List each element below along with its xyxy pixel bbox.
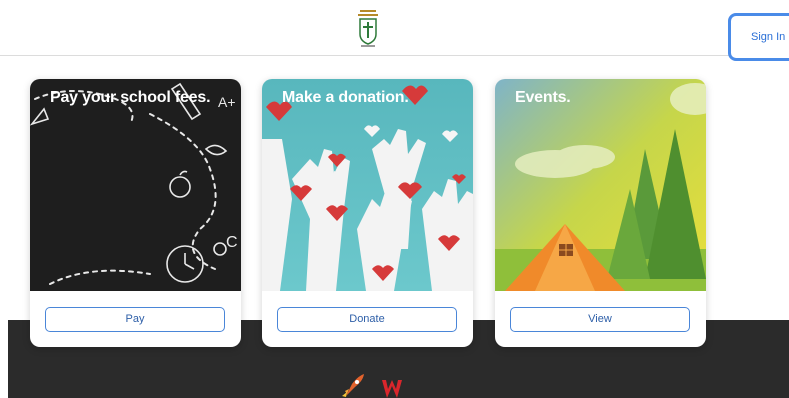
pay-button[interactable]: Pay [45, 307, 225, 332]
camping-tent-illustration [495, 79, 706, 291]
school-crest-icon[interactable] [355, 10, 381, 48]
sign-in-button[interactable]: Sign In [728, 13, 789, 61]
view-button[interactable]: View [510, 307, 690, 332]
donation-card: Make a donation. Donate [262, 79, 473, 347]
chalkboard-illustration: A+ C [30, 79, 241, 291]
footer-icons [338, 374, 418, 398]
site-header: Sign In [0, 0, 789, 61]
events-card: Events. View [495, 79, 706, 347]
rocket-icon [342, 374, 364, 397]
donate-button[interactable]: Donate [277, 307, 457, 332]
card-title: Events. [515, 89, 571, 106]
card-title: Make a donation. [282, 89, 409, 106]
card-title: Pay your school fees. [50, 89, 211, 106]
brand-w-icon [382, 380, 402, 398]
svg-text:C: C [226, 234, 238, 251]
raised-hands-hearts-illustration [262, 79, 473, 291]
pay-fees-card: A+ C Pay your school fees. Pay [30, 79, 241, 347]
